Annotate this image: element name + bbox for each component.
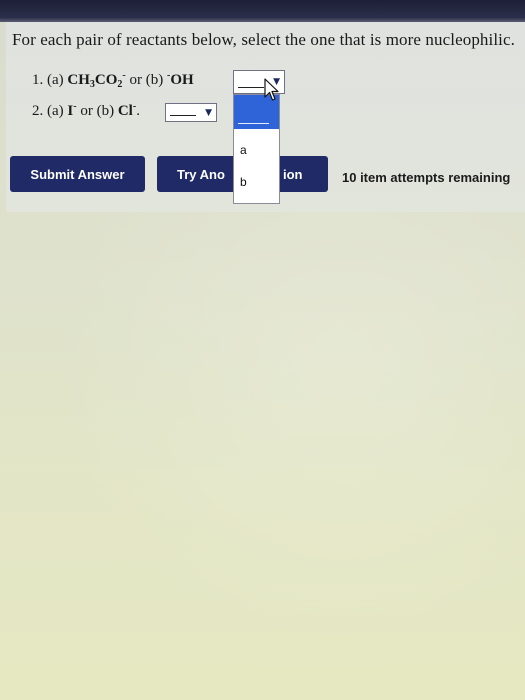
instructions-text: For each pair of reactants below, select…	[12, 30, 515, 49]
option-b-label: (b)	[145, 72, 164, 88]
option-a-label: (a)	[47, 72, 64, 88]
question-1: 1. (a) CH3CO2- or (b) -OH	[32, 70, 194, 90]
blank-line	[170, 115, 196, 116]
reactant-b-formula: -OH	[167, 70, 194, 88]
mouse-pointer-icon	[264, 78, 279, 101]
option-a-label: (a)	[47, 103, 64, 119]
question-2: 2. (a) I- or (b) Cl-.	[32, 101, 140, 119]
or-text: or	[80, 103, 93, 119]
question-number: 2.	[32, 103, 44, 119]
blank-line	[238, 87, 264, 88]
dropdown-option-a[interactable]: a	[240, 143, 247, 157]
reactant-a-formula: CH3CO2-	[67, 70, 126, 90]
answer-dropdown-list: a b	[233, 94, 280, 204]
option-b-label: (b)	[96, 103, 115, 119]
submit-answer-button[interactable]: Submit Answer	[10, 156, 145, 192]
reactant-a-formula: I-	[67, 101, 77, 119]
dropdown-option-b[interactable]: b	[240, 175, 247, 189]
try-another-version-button-right[interactable]: ion	[280, 156, 328, 192]
screen-glare	[0, 212, 525, 700]
question-number: 1.	[32, 72, 44, 88]
or-text: or	[129, 72, 143, 88]
top-bar	[0, 0, 525, 22]
reactant-b-formula: Cl-	[117, 101, 137, 119]
answer-select-2[interactable]: ▼	[165, 103, 217, 122]
attempts-remaining: 10 item attempts remaining	[342, 170, 511, 185]
try-another-version-button[interactable]: Try Ano	[157, 156, 233, 192]
chevron-down-icon: ▼	[205, 107, 212, 118]
